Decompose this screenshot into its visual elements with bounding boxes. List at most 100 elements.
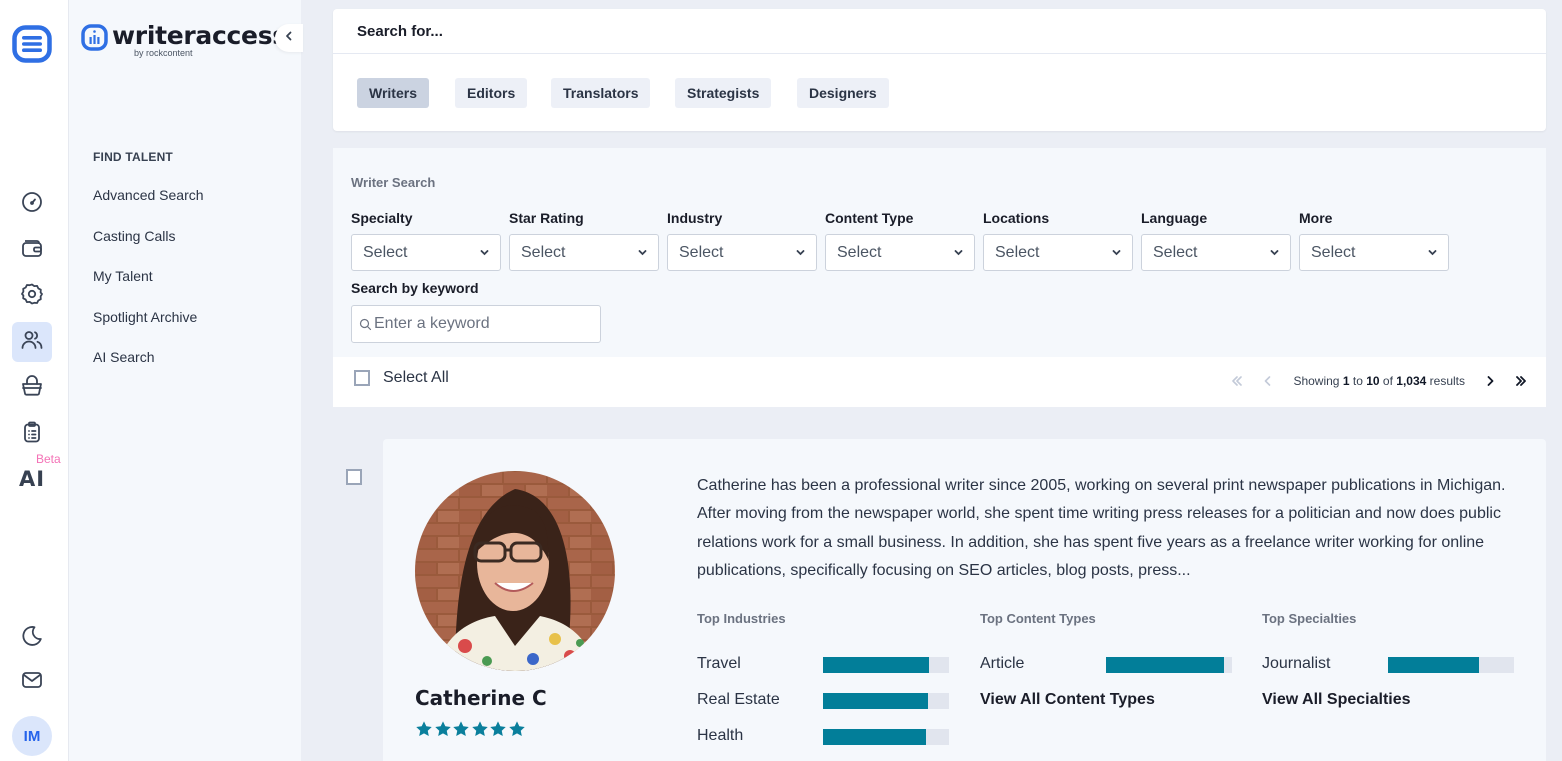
- rail-talent-button[interactable]: [12, 322, 52, 362]
- users-icon: [20, 328, 44, 357]
- nav-casting-calls[interactable]: Casting Calls: [93, 228, 175, 244]
- rail-dark-mode-button[interactable]: [12, 618, 52, 658]
- results-count: Showing 1 to 10 of 1,034 results: [1293, 374, 1465, 388]
- search-icon: [359, 318, 372, 330]
- keyword-search-field[interactable]: [351, 305, 601, 343]
- industry-row: Travel: [697, 655, 957, 675]
- filter-specialty: Specialty Select: [351, 210, 501, 271]
- filter-more: More Select: [1299, 210, 1449, 271]
- content-type-bar-fill: [1106, 657, 1225, 673]
- more-select[interactable]: Select: [1299, 234, 1449, 271]
- content-type-row: Article: [980, 655, 1240, 675]
- gear-icon: [20, 282, 44, 311]
- content-type-bar-track: [1106, 657, 1232, 673]
- nav-ai-search[interactable]: AI Search: [93, 349, 154, 365]
- filter-label: Locations: [983, 210, 1050, 226]
- tab-translators[interactable]: Translators: [551, 78, 651, 108]
- chevrons-left-icon: [1232, 376, 1243, 386]
- filter-label: Specialty: [351, 210, 413, 226]
- brand-logo: writeraccess by rockcontent: [81, 21, 287, 58]
- rail-messages-button[interactable]: [12, 662, 52, 702]
- tab-editors[interactable]: Editors: [455, 78, 528, 108]
- chevron-left-icon: [1265, 376, 1271, 386]
- last-page-button[interactable]: [1510, 370, 1532, 392]
- filter-locations: Locations Select: [983, 210, 1133, 271]
- view-all-content-types-link[interactable]: View All Content Types: [980, 691, 1155, 709]
- rail-wallet-button[interactable]: [12, 230, 52, 270]
- filter-label: Star Rating: [509, 210, 584, 226]
- specialty-select[interactable]: Select: [351, 234, 501, 271]
- writeraccess-logo-icon: [81, 24, 108, 51]
- tab-strategists[interactable]: Strategists: [675, 78, 772, 108]
- star-icon: [434, 721, 451, 737]
- moon-icon: [20, 624, 44, 653]
- tab-writers[interactable]: Writers: [357, 78, 429, 108]
- locations-select[interactable]: Select: [983, 234, 1133, 271]
- top-industries-title: Top Industries: [697, 611, 786, 626]
- writer-search-title: Writer Search: [351, 175, 436, 190]
- keyword-input[interactable]: [374, 315, 594, 333]
- rail-settings-button[interactable]: [12, 276, 52, 316]
- industry-label: Real Estate: [697, 691, 780, 708]
- rail-ai-button[interactable]: AI: [12, 459, 52, 499]
- chevron-down-icon: [954, 250, 963, 256]
- chevron-down-icon: [1428, 250, 1437, 256]
- writer-card[interactable]: Catherine C Catherine has been a profess…: [383, 439, 1546, 761]
- rail-dashboard-button[interactable]: [12, 184, 52, 224]
- select-value: Select: [995, 243, 1040, 261]
- industry-bar-fill: [823, 657, 929, 673]
- filter-language: Language Select: [1141, 210, 1291, 271]
- select-value: Select: [679, 243, 724, 261]
- app-menu-logo-icon[interactable]: [12, 25, 52, 63]
- nav-advanced-search[interactable]: Advanced Search: [93, 187, 204, 203]
- user-avatar[interactable]: IM: [12, 716, 52, 756]
- nav-spotlight-archive[interactable]: Spotlight Archive: [93, 309, 197, 325]
- writer-select-checkbox[interactable]: [346, 469, 362, 485]
- search-for-title: Search for...: [357, 23, 443, 40]
- find-talent-heading: FIND TALENT: [93, 150, 173, 164]
- select-value: Select: [1311, 243, 1356, 261]
- rail-orders-button[interactable]: [12, 414, 52, 454]
- filter-industry: Industry Select: [667, 210, 817, 271]
- content-type-select[interactable]: Select: [825, 234, 975, 271]
- first-page-button[interactable]: [1226, 370, 1248, 392]
- writer-bio: Catherine has been a professional writer…: [697, 477, 1506, 579]
- select-all-checkbox[interactable]: [354, 370, 370, 386]
- top-content-types-title: Top Content Types: [980, 611, 1096, 626]
- brand-name: writeraccess: [112, 21, 287, 50]
- specialty-row: Journalist: [1262, 655, 1522, 675]
- gauge-icon: [20, 190, 44, 219]
- top-content-types: Top Content Types Article View All Conte…: [980, 611, 1240, 708]
- top-specialties-title: Top Specialties: [1262, 611, 1357, 626]
- next-page-button[interactable]: [1479, 370, 1501, 392]
- language-select[interactable]: Select: [1141, 234, 1291, 271]
- nav-my-talent[interactable]: My Talent: [93, 268, 153, 284]
- tab-designers[interactable]: Designers: [797, 78, 889, 108]
- star-rating-select[interactable]: Select: [509, 234, 659, 271]
- filter-label: Content Type: [825, 210, 914, 226]
- star-icon: [509, 721, 525, 737]
- top-specialties: Top Specialties Journalist View All Spec…: [1262, 611, 1522, 708]
- view-all-specialties-link[interactable]: View All Specialties: [1262, 691, 1411, 709]
- filter-content-type: Content Type Select: [825, 210, 975, 271]
- industry-bar-fill: [823, 729, 927, 745]
- writer-photo[interactable]: [415, 471, 615, 671]
- chevrons-right-icon: [1516, 376, 1526, 386]
- prev-page-button[interactable]: [1257, 370, 1279, 392]
- collapse-sidebar-button[interactable]: [275, 24, 303, 52]
- ai-icon: AI: [18, 467, 46, 491]
- writer-name[interactable]: Catherine C: [415, 686, 547, 710]
- select-all-label[interactable]: Select All: [383, 369, 449, 387]
- wallet-icon: [20, 236, 44, 265]
- star-icon: [453, 721, 469, 737]
- industry-select[interactable]: Select: [667, 234, 817, 271]
- star-icon: [416, 721, 432, 737]
- search-for-card: Search for... Writers Editors Translator…: [333, 9, 1546, 131]
- chevron-down-icon: [1270, 250, 1279, 256]
- writer-search-filters: Writer Search Specialty Select Star Rati…: [333, 148, 1546, 357]
- clipboard-icon: [20, 420, 44, 449]
- chevron-down-icon: [796, 250, 805, 256]
- rail-shop-button[interactable]: [12, 368, 52, 408]
- top-industries: Top Industries Travel Real Estate Health: [697, 611, 957, 745]
- icon-rail: Beta AI IM: [0, 0, 69, 761]
